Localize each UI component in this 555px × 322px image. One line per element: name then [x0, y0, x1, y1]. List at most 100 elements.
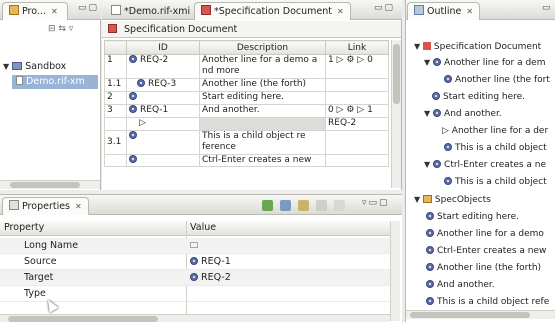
table-header-row: ID Description Link: [104, 40, 389, 55]
outline-item[interactable]: ▼ Ctrl-Enter creates a ne: [424, 158, 546, 172]
outline-item-specobjects[interactable]: ▼ SpecObjects: [414, 193, 491, 207]
specification-editor: *Demo.rif-xmi *Specification Document ✕ ▭…: [102, 0, 402, 190]
close-icon[interactable]: ✕: [337, 7, 344, 16]
outline-item[interactable]: Start editing here.: [426, 210, 519, 224]
spec-object-icon: [129, 105, 137, 113]
package-icon: [9, 5, 19, 15]
properties-header: Property Value: [0, 221, 390, 236]
vertical-scrollbar[interactable]: [391, 40, 401, 188]
spec-object-icon: [433, 160, 442, 168]
close-icon[interactable]: ✕: [51, 7, 58, 16]
spec-object-icon: [426, 297, 434, 305]
column-header-value: Value: [190, 222, 217, 233]
corner-header: [104, 40, 127, 55]
expand-arrow-icon[interactable]: ▼: [3, 62, 9, 71]
edit-value-icon: [190, 242, 198, 248]
pin-icon[interactable]: [262, 200, 273, 211]
file-icon: [16, 76, 23, 85]
restore-default-icon[interactable]: [316, 200, 327, 211]
property-row-target[interactable]: Target REQ-2: [0, 270, 390, 286]
categories-icon[interactable]: [280, 200, 291, 211]
outline-item[interactable]: This is a child object: [444, 141, 547, 155]
outline-item[interactable]: ▼ Another line for a dem: [424, 56, 545, 70]
vertical-scrollbar[interactable]: [390, 221, 400, 321]
scrollbar-thumb[interactable]: [393, 44, 400, 104]
column-header-description[interactable]: Description: [199, 40, 326, 55]
properties-icon: [9, 200, 19, 210]
spec-object-icon: [129, 55, 137, 63]
tab-package-explorer[interactable]: Pro... ✕: [2, 2, 68, 20]
outline-item[interactable]: This is a child object refe: [426, 295, 549, 309]
expand-arrow-icon[interactable]: ▼: [424, 160, 430, 169]
property-row-long-name[interactable]: Long Name: [0, 238, 390, 254]
outline-item[interactable]: Another line (the fort: [444, 73, 550, 87]
spec-object-icon: [444, 75, 452, 83]
minimize-maximize-icons[interactable]: ▭▢: [78, 3, 99, 13]
tab-outline[interactable]: Outline ✕: [407, 2, 481, 20]
tree-item-sandbox[interactable]: ▼ Sandbox: [3, 60, 66, 74]
table-row[interactable]: 4 Ctrl-Enter creates a new: [104, 154, 389, 167]
filter-icon[interactable]: [298, 200, 309, 211]
table-row-relation[interactable]: ▷ REQ-2: [104, 117, 389, 131]
table-row[interactable]: 3 REQ-1 And another. 0 ▷ ⚙ ▷ 1: [104, 104, 389, 118]
table-row[interactable]: 1.1 REQ-3 Another line (the forth): [104, 78, 389, 92]
close-icon[interactable]: ✕: [75, 202, 82, 211]
table-row[interactable]: 1 REQ-2 Another line for a demo a nd mor…: [104, 54, 389, 79]
outline-item[interactable]: Start editing here.: [432, 90, 525, 104]
outline-item[interactable]: ▷ Another line for a der: [442, 124, 548, 138]
property-row-source[interactable]: Source REQ-1: [0, 254, 390, 270]
tab-demo-rif[interactable]: *Demo.rif-xmi: [104, 2, 197, 20]
minimize-icon[interactable]: ▭: [542, 3, 553, 13]
outline-item[interactable]: ▼ And another.: [424, 107, 502, 121]
table-row[interactable]: 3.1 This is a child object re ference: [104, 130, 389, 155]
collapse-link-icons[interactable]: ⊟ ⇆ ▿: [48, 24, 73, 34]
spec-object-icon: [129, 131, 137, 139]
expand-arrow-icon[interactable]: ▼: [424, 58, 430, 67]
relation-arrow-icon: ▷: [442, 126, 452, 136]
scrollbar-thumb[interactable]: [8, 316, 158, 322]
expand-arrow-icon[interactable]: ▼: [414, 195, 420, 204]
spec-object-icon: [190, 257, 198, 265]
spec-object-icon: [426, 229, 434, 237]
spec-object-icon: [433, 58, 442, 66]
scrollbar-thumb[interactable]: [10, 182, 80, 188]
package-explorer-view: Pro... ✕ ▭▢ ⊟ ⇆ ▿ ▼ Sandbox Demo.rif-xm: [0, 0, 101, 190]
outline-item[interactable]: Ctrl-Enter creates a new: [426, 244, 546, 258]
outline-item[interactable]: ▼ Specification Document: [414, 40, 541, 54]
column-header-link[interactable]: Link: [325, 40, 389, 55]
spec-table: ID Description Link 1 REQ-2 Another line…: [104, 40, 389, 167]
spec-object-icon: [426, 280, 434, 288]
outline-item[interactable]: This is a child object: [444, 175, 547, 189]
horizontal-scrollbar[interactable]: [406, 310, 555, 319]
package-explorer-tabbar: Pro... ✕ ▭▢: [0, 0, 101, 20]
outline-icon: [414, 5, 424, 15]
horizontal-scrollbar[interactable]: [0, 314, 390, 322]
spec-object-icon: [433, 109, 442, 117]
project-icon: [12, 62, 23, 70]
properties-view: Properties ✕ ▿▭▢ Property Value Long Name…: [0, 194, 402, 322]
horizontal-scrollbar[interactable]: [0, 180, 100, 189]
tab-specification-document[interactable]: *Specification Document ✕: [194, 2, 351, 20]
outline-tabbar: Outline ✕ ▭: [406, 0, 555, 20]
spec-object-icon: [129, 155, 137, 163]
spec-object-icon: [426, 246, 434, 254]
expand-arrow-icon[interactable]: ▼: [424, 109, 430, 118]
expand-arrow-icon[interactable]: ▼: [414, 42, 420, 51]
outline-item[interactable]: Another line for a demo: [426, 227, 544, 241]
property-row-type[interactable]: Type: [0, 286, 390, 302]
tree-item-demo-file[interactable]: Demo.rif-xm: [12, 75, 98, 89]
tab-properties[interactable]: Properties ✕: [2, 197, 89, 215]
spec-object-icon: [137, 79, 145, 87]
scrollbar-thumb[interactable]: [410, 312, 530, 318]
close-icon[interactable]: ✕: [466, 7, 473, 16]
relation-arrow-icon[interactable]: ▷: [126, 117, 200, 131]
view-menu-minimize-maximize-icons[interactable]: ▿▭▢: [362, 198, 390, 208]
outline-item[interactable]: And another.: [426, 278, 495, 292]
column-header-property: Property: [4, 222, 45, 233]
advanced-icon[interactable]: [334, 200, 345, 211]
table-row[interactable]: 2 Start editing here.: [104, 91, 389, 105]
properties-tabbar: Properties ✕ ▿▭▢: [0, 195, 402, 215]
outline-item[interactable]: Another line (the forth): [426, 261, 541, 275]
column-header-id[interactable]: ID: [126, 40, 200, 55]
minimize-maximize-icons[interactable]: ▭▢: [374, 3, 395, 13]
